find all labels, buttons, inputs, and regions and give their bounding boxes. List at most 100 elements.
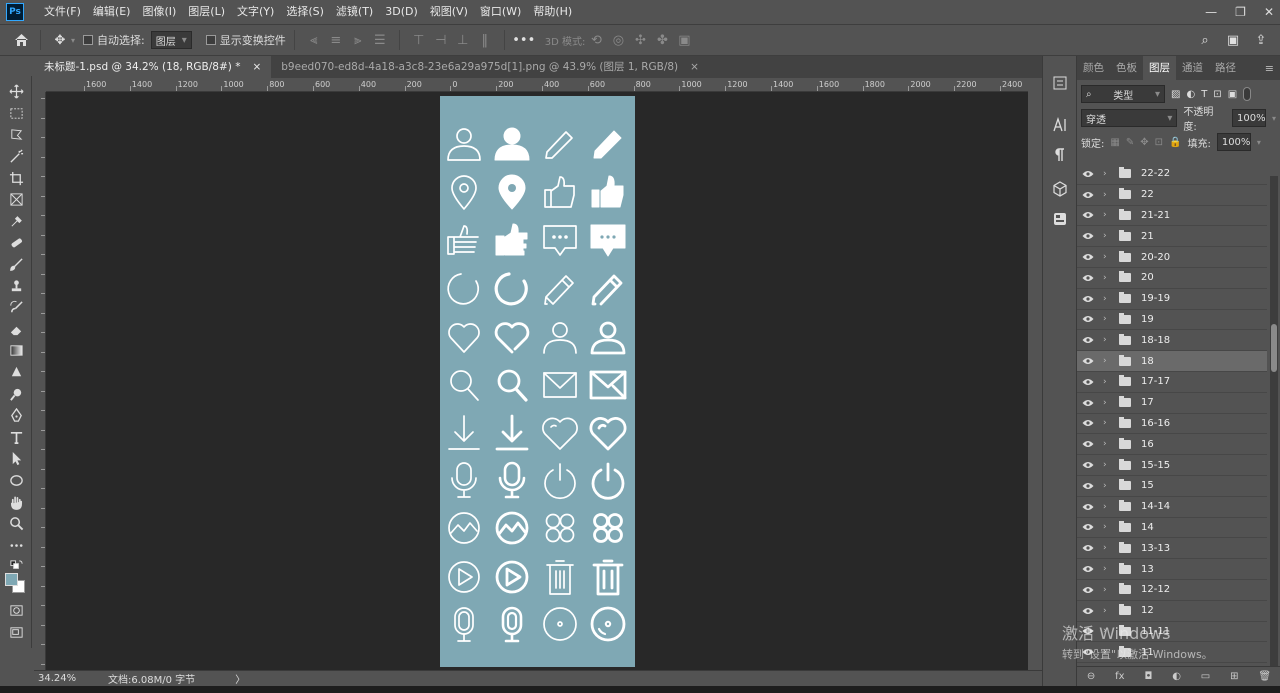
filter-type-dropdown[interactable]: ⌕ 类型 ▾ (1081, 85, 1165, 103)
lock-image-icon[interactable]: ✎ (1126, 137, 1134, 148)
marquee-tool-icon[interactable] (0, 103, 32, 125)
scale-icon[interactable]: ▣ (673, 29, 695, 51)
distribute-icon[interactable]: ☰ (369, 29, 391, 51)
visibility-eye-icon[interactable] (1077, 565, 1099, 573)
group-expand-icon[interactable]: › (1103, 439, 1113, 449)
crop-tool-icon[interactable] (0, 167, 32, 189)
visibility-eye-icon[interactable] (1077, 274, 1099, 282)
visibility-eye-icon[interactable] (1077, 440, 1099, 448)
align-top-icon[interactable]: ⊤ (408, 29, 430, 51)
layer-row[interactable]: › 18-18 (1077, 330, 1267, 352)
visibility-eye-icon[interactable] (1077, 482, 1099, 490)
group-expand-icon[interactable]: › (1103, 273, 1113, 283)
group-expand-icon[interactable]: › (1103, 564, 1113, 574)
opacity-input[interactable]: 100% (1231, 109, 1266, 127)
lock-all-icon[interactable]: 🔒 (1169, 137, 1181, 148)
tab-close-icon[interactable]: × (690, 56, 699, 78)
orbit-icon[interactable]: ⟲ (585, 29, 607, 51)
zoom-tool-icon[interactable] (0, 513, 32, 535)
distribute-vertical-icon[interactable]: ‖ (474, 29, 496, 51)
menu-help[interactable]: 帮助(H) (527, 0, 578, 24)
minimize-icon[interactable]: — (1205, 5, 1217, 19)
brush-tool-icon[interactable] (0, 254, 32, 276)
tab-paths[interactable]: 路径 (1209, 56, 1242, 80)
filter-type-icon[interactable]: T (1201, 89, 1207, 100)
visibility-eye-icon[interactable] (1077, 315, 1099, 323)
align-middle-icon[interactable]: ⊣ (430, 29, 452, 51)
move-tool-icon[interactable] (0, 81, 32, 103)
align-center-icon[interactable]: ≡ (325, 29, 347, 51)
tab-swatches[interactable]: 色板 (1110, 56, 1143, 80)
layer-row[interactable]: › 19-19 (1077, 288, 1267, 310)
fill-input[interactable]: 100% (1216, 133, 1251, 151)
tab-color[interactable]: 颜色 (1077, 56, 1110, 80)
group-expand-icon[interactable]: › (1103, 502, 1113, 512)
group-expand-icon[interactable]: › (1103, 231, 1113, 241)
filter-pixel-icon[interactable]: ▨ (1171, 89, 1180, 100)
visibility-eye-icon[interactable] (1077, 461, 1099, 469)
visibility-eye-icon[interactable] (1077, 170, 1099, 178)
foreground-color-swatch[interactable] (5, 573, 18, 586)
layers-scrollbar[interactable] (1270, 176, 1278, 676)
visibility-eye-icon[interactable] (1077, 544, 1099, 552)
more-options-icon[interactable]: ••• (512, 29, 535, 51)
eraser-tool-icon[interactable] (0, 319, 32, 341)
hand-tool-icon[interactable] (0, 491, 32, 513)
group-expand-icon[interactable]: › (1103, 543, 1113, 553)
restore-icon[interactable]: ❐ (1235, 5, 1246, 19)
menu-image[interactable]: 图像(I) (136, 0, 182, 24)
menu-file[interactable]: 文件(F) (38, 0, 87, 24)
menu-type[interactable]: 文字(Y) (231, 0, 280, 24)
group-expand-icon[interactable]: › (1103, 169, 1113, 179)
move-tool-icon[interactable]: ✥ (49, 29, 71, 51)
menu-3d[interactable]: 3D(D) (379, 0, 424, 24)
layer-row[interactable]: › 14-14 (1077, 496, 1267, 518)
visibility-eye-icon[interactable] (1077, 586, 1099, 594)
gradient-tool-icon[interactable] (0, 340, 32, 362)
group-expand-icon[interactable]: › (1103, 314, 1113, 324)
tab-layers[interactable]: 图层 (1143, 56, 1176, 80)
pen-tool-icon[interactable] (0, 405, 32, 427)
align-bottom-icon[interactable]: ⊥ (452, 29, 474, 51)
chevron-down-icon[interactable]: ▾ (1272, 114, 1276, 123)
3d-panel-icon[interactable] (1043, 174, 1077, 204)
add-mask-icon[interactable]: ◘ (1144, 671, 1152, 682)
roll-icon[interactable]: ◎ (607, 29, 629, 51)
tab-channels[interactable]: 通道 (1176, 56, 1209, 80)
search-icon[interactable]: ⌕ (1194, 29, 1216, 51)
visibility-eye-icon[interactable] (1077, 191, 1099, 199)
tab-document-2[interactable]: b9eed070-ed8d-4a18-a3c8-23e6a29a975d[1].… (271, 56, 709, 78)
dodge-tool-icon[interactable] (0, 383, 32, 405)
group-expand-icon[interactable]: › (1103, 190, 1113, 200)
delete-layer-icon[interactable]: 🗑 (1258, 671, 1271, 682)
layer-row[interactable]: › 21 (1077, 226, 1267, 248)
blur-tool-icon[interactable] (0, 362, 32, 384)
chevron-down-icon[interactable]: ▾ (71, 36, 75, 45)
link-layers-icon[interactable]: ⊖ (1087, 671, 1095, 682)
visibility-eye-icon[interactable] (1077, 419, 1099, 427)
visibility-eye-icon[interactable] (1077, 523, 1099, 531)
canvas-area[interactable] (46, 92, 1028, 670)
zoom-level[interactable]: 34.24% (38, 673, 98, 684)
lock-position-icon[interactable]: ✥ (1140, 137, 1148, 148)
visibility-eye-icon[interactable] (1077, 253, 1099, 261)
layer-row[interactable]: › 20 (1077, 268, 1267, 289)
paragraph-panel-icon[interactable] (1043, 140, 1077, 170)
transform-controls-checkbox[interactable] (205, 35, 216, 45)
layer-row[interactable]: › 13 (1077, 559, 1267, 580)
screen-mode-icon[interactable] (0, 622, 32, 644)
filter-smart-object-icon[interactable]: ▣ (1228, 89, 1237, 100)
layer-row[interactable]: › 22 (1077, 184, 1267, 206)
slide-icon[interactable]: ✤ (651, 29, 673, 51)
home-icon[interactable] (10, 29, 32, 51)
lock-transparent-icon[interactable]: ▦ (1110, 137, 1119, 148)
visibility-eye-icon[interactable] (1077, 336, 1099, 344)
healing-brush-tool-icon[interactable] (0, 232, 32, 254)
magic-wand-tool-icon[interactable] (0, 146, 32, 168)
group-expand-icon[interactable]: › (1103, 356, 1113, 366)
new-group-icon[interactable]: ▭ (1201, 671, 1210, 682)
history-panel-icon[interactable] (1043, 68, 1077, 98)
auto-select-checkbox[interactable] (83, 35, 94, 45)
pan-icon[interactable]: ✣ (629, 29, 651, 51)
quick-mask-icon[interactable] (0, 600, 32, 622)
